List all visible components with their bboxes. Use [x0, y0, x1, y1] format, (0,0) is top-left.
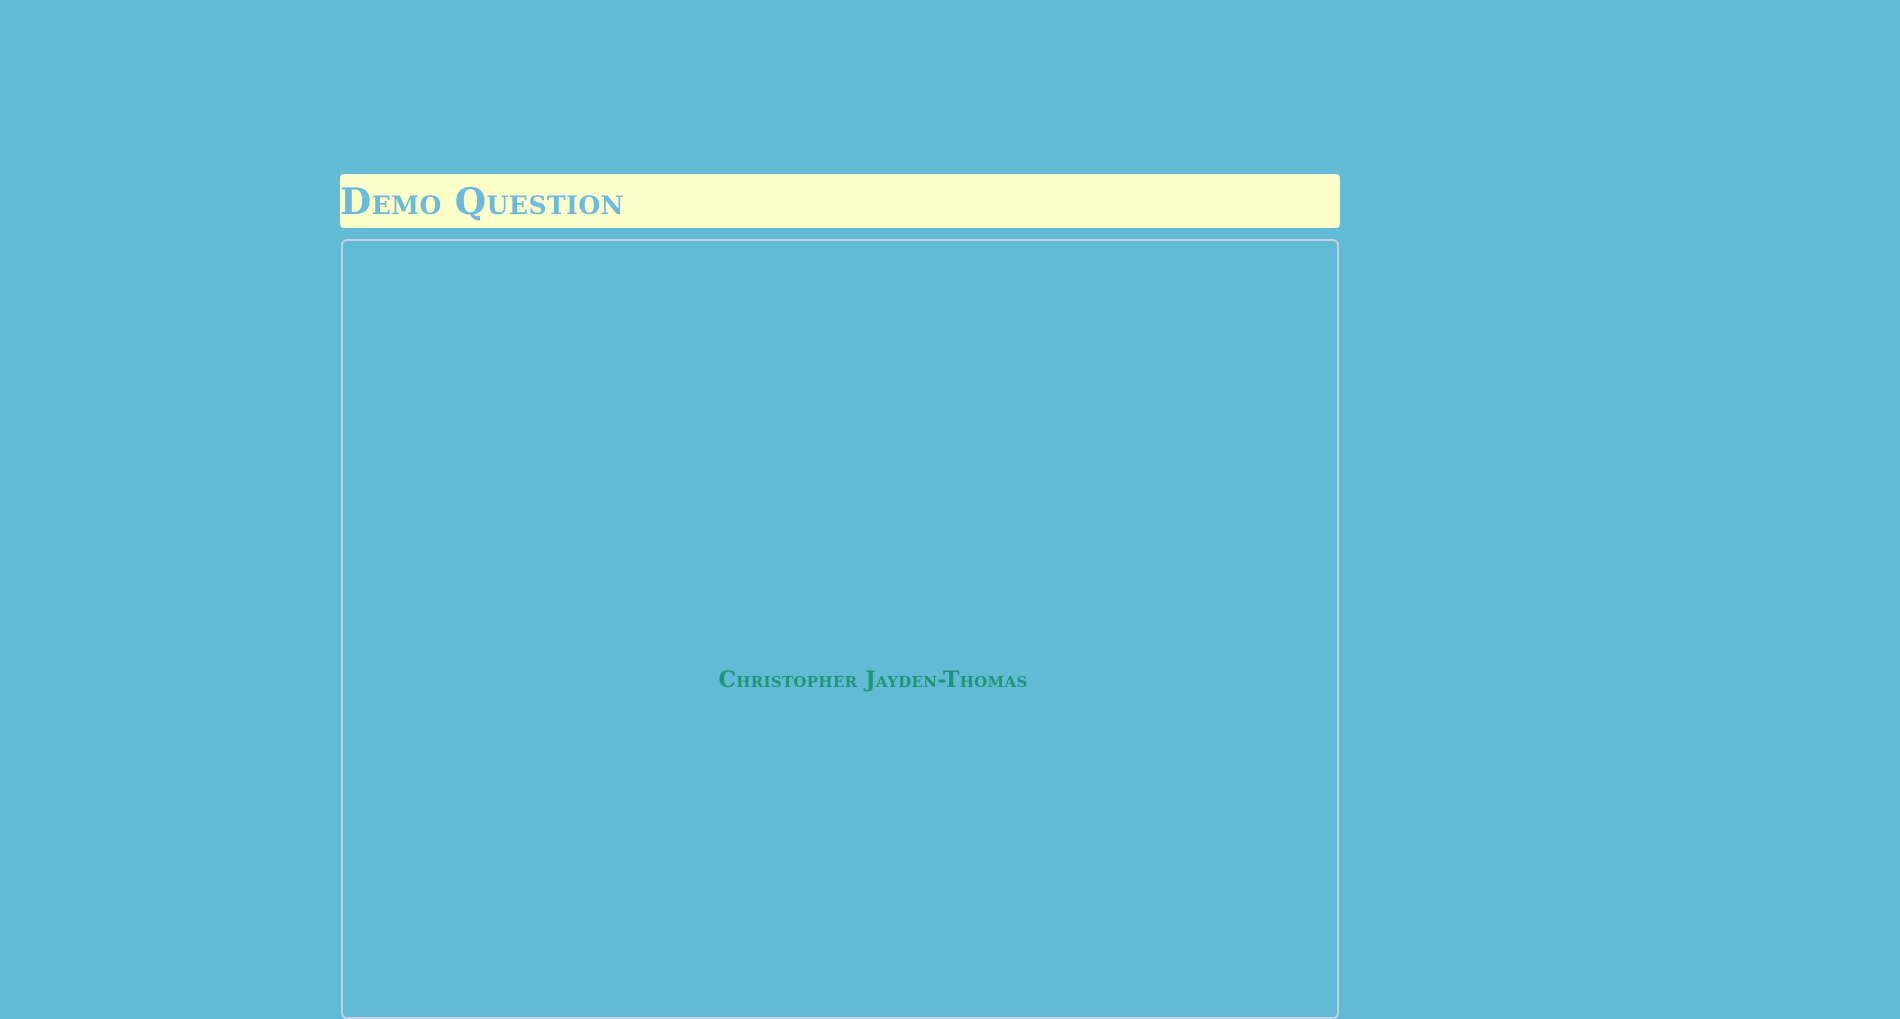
question-content-panel: Christopher Jayden-Thomas [341, 239, 1339, 1019]
question-title-bar: Demo Question [340, 174, 1340, 228]
person-name[interactable]: Christopher Jayden-Thomas [343, 669, 1403, 691]
page-background: Demo Question Christopher Jayden-Thomas [0, 0, 1900, 1019]
question-title: Demo Question [340, 181, 624, 223]
